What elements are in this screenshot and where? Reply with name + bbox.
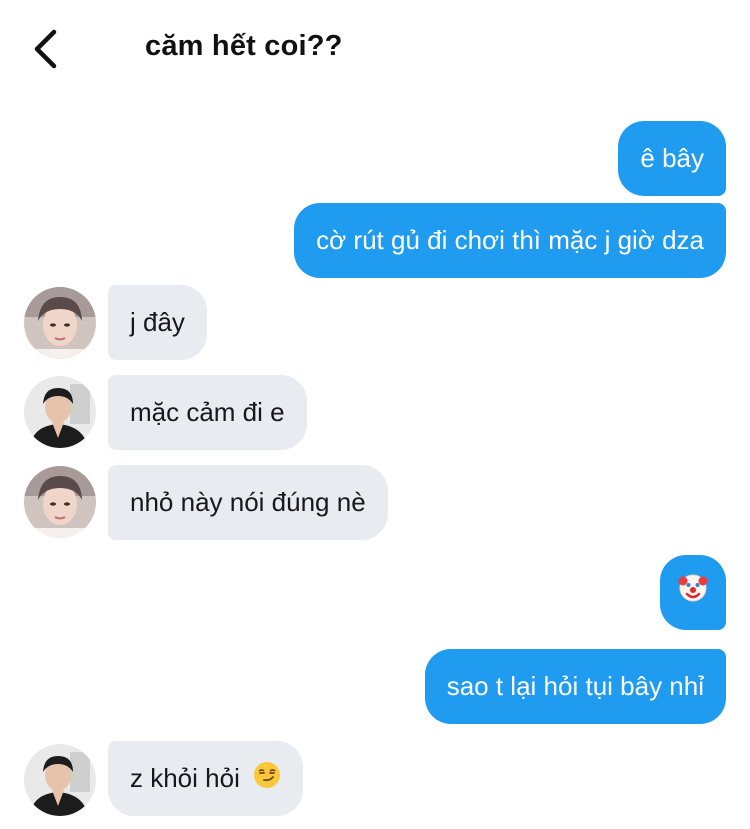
- avatar[interactable]: [24, 466, 96, 538]
- message-text: sao t lại hỏi tụi bây nhỉ: [446, 671, 704, 701]
- smirking-face-icon: [253, 743, 281, 818]
- chat-title: căm hết coi??: [145, 30, 343, 62]
- chat-header: căm hết coi??: [0, 0, 750, 100]
- message-bubble-incoming[interactable]: j đây: [108, 285, 207, 360]
- message-text: mặc cảm đi e: [130, 397, 285, 427]
- message-bubble-incoming[interactable]: z khỏi hỏi: [108, 741, 304, 818]
- avatar[interactable]: [24, 744, 96, 816]
- message-bubble-outgoing[interactable]: sao t lại hỏi tụi bây nhỉ: [424, 649, 726, 724]
- message-bubble-outgoing[interactable]: cờ rút gủ đi chơi thì mặc j giờ dza: [294, 203, 726, 278]
- message-text: ê bây: [640, 143, 704, 173]
- message-bubble-incoming[interactable]: nhỏ này nói đúng nè: [108, 465, 388, 540]
- chevron-left-icon: [34, 29, 57, 69]
- avatar[interactable]: [24, 287, 96, 359]
- back-button[interactable]: [28, 26, 68, 72]
- message-text: j đây: [130, 307, 185, 337]
- message-text: nhỏ này nói đúng nè: [130, 487, 366, 517]
- message-text: z khỏi hỏi: [130, 763, 240, 793]
- message-bubble-outgoing[interactable]: ê bây: [618, 121, 726, 196]
- clown-face-icon: [678, 557, 708, 632]
- message-bubble-outgoing[interactable]: [660, 555, 726, 630]
- message-text: cờ rút gủ đi chơi thì mặc j giờ dza: [316, 225, 704, 255]
- avatar[interactable]: [24, 376, 96, 448]
- message-bubble-incoming[interactable]: mặc cảm đi e: [108, 375, 307, 450]
